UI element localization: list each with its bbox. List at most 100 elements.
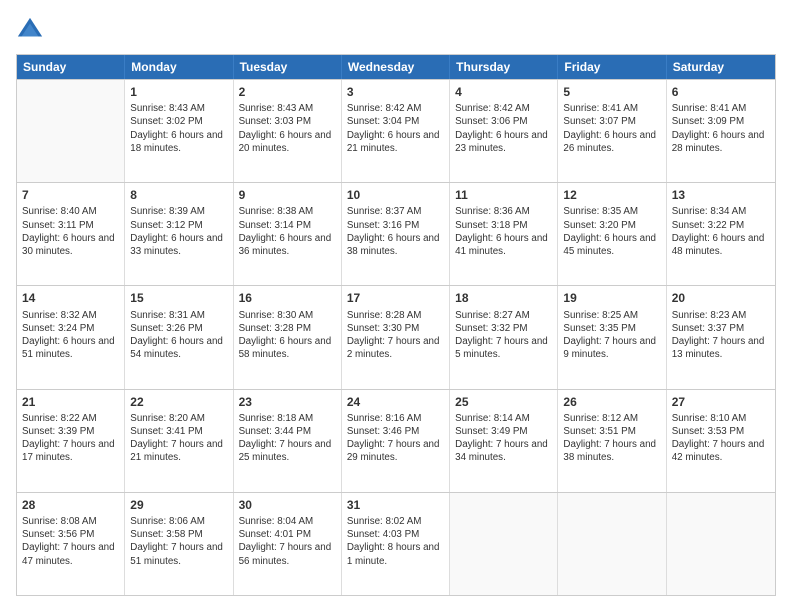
day-number: 26 xyxy=(563,394,660,410)
week-row-4: 21 Sunrise: 8:22 AM Sunset: 3:39 PM Dayli… xyxy=(17,389,775,492)
day-number: 7 xyxy=(22,187,119,203)
day-info: Sunrise: 8:27 AM Sunset: 3:32 PM Dayligh… xyxy=(455,309,552,362)
day-number: 29 xyxy=(130,497,227,513)
day-info: Sunrise: 8:43 AM Sunset: 3:02 PM Dayligh… xyxy=(130,102,227,155)
day-cell-1: 1 Sunrise: 8:43 AM Sunset: 3:02 PM Daylig… xyxy=(125,80,233,182)
day-cell-30: 30Sunrise: 8:04 AM Sunset: 4:01 PM Dayli… xyxy=(234,493,342,595)
day-info: Sunrise: 8:35 AM Sunset: 3:20 PM Dayligh… xyxy=(563,205,660,258)
calendar-header: SundayMondayTuesdayWednesdayThursdayFrid… xyxy=(17,55,775,79)
day-cell-15: 15 Sunrise: 8:31 AM Sunset: 3:26 PM Dayli… xyxy=(125,286,233,388)
day-cell-6: 6Sunrise: 8:41 AM Sunset: 3:09 PM Daylig… xyxy=(667,80,775,182)
day-info: Sunrise: 8:02 AM Sunset: 4:03 PM Dayligh… xyxy=(347,515,444,568)
day-number: 5 xyxy=(563,84,660,100)
day-number: 19 xyxy=(563,290,660,306)
day-cell-20: 20Sunrise: 8:23 AM Sunset: 3:37 PM Dayli… xyxy=(667,286,775,388)
day-number: 25 xyxy=(455,394,552,410)
logo-icon xyxy=(16,16,44,44)
day-cell-27: 27Sunrise: 8:10 AM Sunset: 3:53 PM Dayli… xyxy=(667,390,775,492)
day-number: 8 xyxy=(130,187,227,203)
day-cell-9: 9 Sunrise: 8:38 AM Sunset: 3:14 PM Daylig… xyxy=(234,183,342,285)
day-cell-23: 23Sunrise: 8:18 AM Sunset: 3:44 PM Dayli… xyxy=(234,390,342,492)
day-info: Sunrise: 8:40 AM Sunset: 3:11 PM Dayligh… xyxy=(22,205,119,258)
day-cell-12: 12 Sunrise: 8:35 AM Sunset: 3:20 PM Dayli… xyxy=(558,183,666,285)
day-cell-3: 3 Sunrise: 8:42 AM Sunset: 3:04 PM Daylig… xyxy=(342,80,450,182)
day-info: Sunrise: 8:38 AM Sunset: 3:14 PM Dayligh… xyxy=(239,205,336,258)
day-cell-24: 24 Sunrise: 8:16 AM Sunset: 3:46 PM Dayli… xyxy=(342,390,450,492)
day-cell-17: 17 Sunrise: 8:28 AM Sunset: 3:30 PM Dayli… xyxy=(342,286,450,388)
day-number: 1 xyxy=(130,84,227,100)
day-number: 9 xyxy=(239,187,336,203)
page: SundayMondayTuesdayWednesdayThursdayFrid… xyxy=(0,0,792,612)
day-cell-10: 10Sunrise: 8:37 AM Sunset: 3:16 PM Dayli… xyxy=(342,183,450,285)
day-cell-21: 21 Sunrise: 8:22 AM Sunset: 3:39 PM Dayli… xyxy=(17,390,125,492)
empty-cell xyxy=(17,80,125,182)
day-cell-18: 18 Sunrise: 8:27 AM Sunset: 3:32 PM Dayli… xyxy=(450,286,558,388)
day-cell-14: 14Sunrise: 8:32 AM Sunset: 3:24 PM Dayli… xyxy=(17,286,125,388)
day-cell-16: 16Sunrise: 8:30 AM Sunset: 3:28 PM Dayli… xyxy=(234,286,342,388)
day-header-wednesday: Wednesday xyxy=(342,55,450,79)
calendar: SundayMondayTuesdayWednesdayThursdayFrid… xyxy=(16,54,776,596)
day-header-thursday: Thursday xyxy=(450,55,558,79)
day-number: 13 xyxy=(672,187,770,203)
day-cell-29: 29 Sunrise: 8:06 AM Sunset: 3:58 PM Dayli… xyxy=(125,493,233,595)
day-number: 15 xyxy=(130,290,227,306)
day-cell-4: 4Sunrise: 8:42 AM Sunset: 3:06 PM Daylig… xyxy=(450,80,558,182)
day-number: 18 xyxy=(455,290,552,306)
day-info: Sunrise: 8:34 AM Sunset: 3:22 PM Dayligh… xyxy=(672,205,770,258)
week-row-5: 28Sunrise: 8:08 AM Sunset: 3:56 PM Dayli… xyxy=(17,492,775,595)
header xyxy=(16,16,776,44)
day-number: 31 xyxy=(347,497,444,513)
day-info: Sunrise: 8:16 AM Sunset: 3:46 PM Dayligh… xyxy=(347,412,444,465)
empty-cell xyxy=(558,493,666,595)
day-info: Sunrise: 8:25 AM Sunset: 3:35 PM Dayligh… xyxy=(563,309,660,362)
day-number: 3 xyxy=(347,84,444,100)
day-info: Sunrise: 8:36 AM Sunset: 3:18 PM Dayligh… xyxy=(455,205,552,258)
day-info: Sunrise: 8:39 AM Sunset: 3:12 PM Dayligh… xyxy=(130,205,227,258)
logo xyxy=(16,16,48,44)
day-number: 20 xyxy=(672,290,770,306)
day-number: 17 xyxy=(347,290,444,306)
day-info: Sunrise: 8:43 AM Sunset: 3:03 PM Dayligh… xyxy=(239,102,336,155)
day-header-monday: Monday xyxy=(125,55,233,79)
day-info: Sunrise: 8:20 AM Sunset: 3:41 PM Dayligh… xyxy=(130,412,227,465)
day-number: 27 xyxy=(672,394,770,410)
day-info: Sunrise: 8:14 AM Sunset: 3:49 PM Dayligh… xyxy=(455,412,552,465)
day-info: Sunrise: 8:41 AM Sunset: 3:07 PM Dayligh… xyxy=(563,102,660,155)
day-number: 21 xyxy=(22,394,119,410)
day-header-tuesday: Tuesday xyxy=(234,55,342,79)
day-cell-8: 8 Sunrise: 8:39 AM Sunset: 3:12 PM Daylig… xyxy=(125,183,233,285)
day-number: 11 xyxy=(455,187,552,203)
day-cell-2: 2 Sunrise: 8:43 AM Sunset: 3:03 PM Daylig… xyxy=(234,80,342,182)
day-number: 12 xyxy=(563,187,660,203)
day-cell-25: 25 Sunrise: 8:14 AM Sunset: 3:49 PM Dayli… xyxy=(450,390,558,492)
day-header-saturday: Saturday xyxy=(667,55,775,79)
day-number: 2 xyxy=(239,84,336,100)
day-info: Sunrise: 8:32 AM Sunset: 3:24 PM Dayligh… xyxy=(22,309,119,362)
day-cell-7: 7 Sunrise: 8:40 AM Sunset: 3:11 PM Daylig… xyxy=(17,183,125,285)
week-row-1: 1 Sunrise: 8:43 AM Sunset: 3:02 PM Daylig… xyxy=(17,79,775,182)
day-info: Sunrise: 8:42 AM Sunset: 3:04 PM Dayligh… xyxy=(347,102,444,155)
day-info: Sunrise: 8:41 AM Sunset: 3:09 PM Dayligh… xyxy=(672,102,770,155)
day-info: Sunrise: 8:28 AM Sunset: 3:30 PM Dayligh… xyxy=(347,309,444,362)
day-info: Sunrise: 8:31 AM Sunset: 3:26 PM Dayligh… xyxy=(130,309,227,362)
day-number: 22 xyxy=(130,394,227,410)
day-number: 24 xyxy=(347,394,444,410)
day-cell-26: 26 Sunrise: 8:12 AM Sunset: 3:51 PM Dayli… xyxy=(558,390,666,492)
day-header-friday: Friday xyxy=(558,55,666,79)
day-cell-13: 13 Sunrise: 8:34 AM Sunset: 3:22 PM Dayli… xyxy=(667,183,775,285)
week-row-3: 14Sunrise: 8:32 AM Sunset: 3:24 PM Dayli… xyxy=(17,285,775,388)
calendar-body: 1 Sunrise: 8:43 AM Sunset: 3:02 PM Daylig… xyxy=(17,79,775,595)
day-number: 4 xyxy=(455,84,552,100)
day-info: Sunrise: 8:37 AM Sunset: 3:16 PM Dayligh… xyxy=(347,205,444,258)
day-cell-11: 11 Sunrise: 8:36 AM Sunset: 3:18 PM Dayli… xyxy=(450,183,558,285)
day-info: Sunrise: 8:12 AM Sunset: 3:51 PM Dayligh… xyxy=(563,412,660,465)
day-info: Sunrise: 8:22 AM Sunset: 3:39 PM Dayligh… xyxy=(22,412,119,465)
day-cell-31: 31 Sunrise: 8:02 AM Sunset: 4:03 PM Dayli… xyxy=(342,493,450,595)
day-number: 23 xyxy=(239,394,336,410)
day-cell-28: 28Sunrise: 8:08 AM Sunset: 3:56 PM Dayli… xyxy=(17,493,125,595)
day-cell-22: 22 Sunrise: 8:20 AM Sunset: 3:41 PM Dayli… xyxy=(125,390,233,492)
day-number: 16 xyxy=(239,290,336,306)
week-row-2: 7 Sunrise: 8:40 AM Sunset: 3:11 PM Daylig… xyxy=(17,182,775,285)
day-header-sunday: Sunday xyxy=(17,55,125,79)
day-info: Sunrise: 8:06 AM Sunset: 3:58 PM Dayligh… xyxy=(130,515,227,568)
